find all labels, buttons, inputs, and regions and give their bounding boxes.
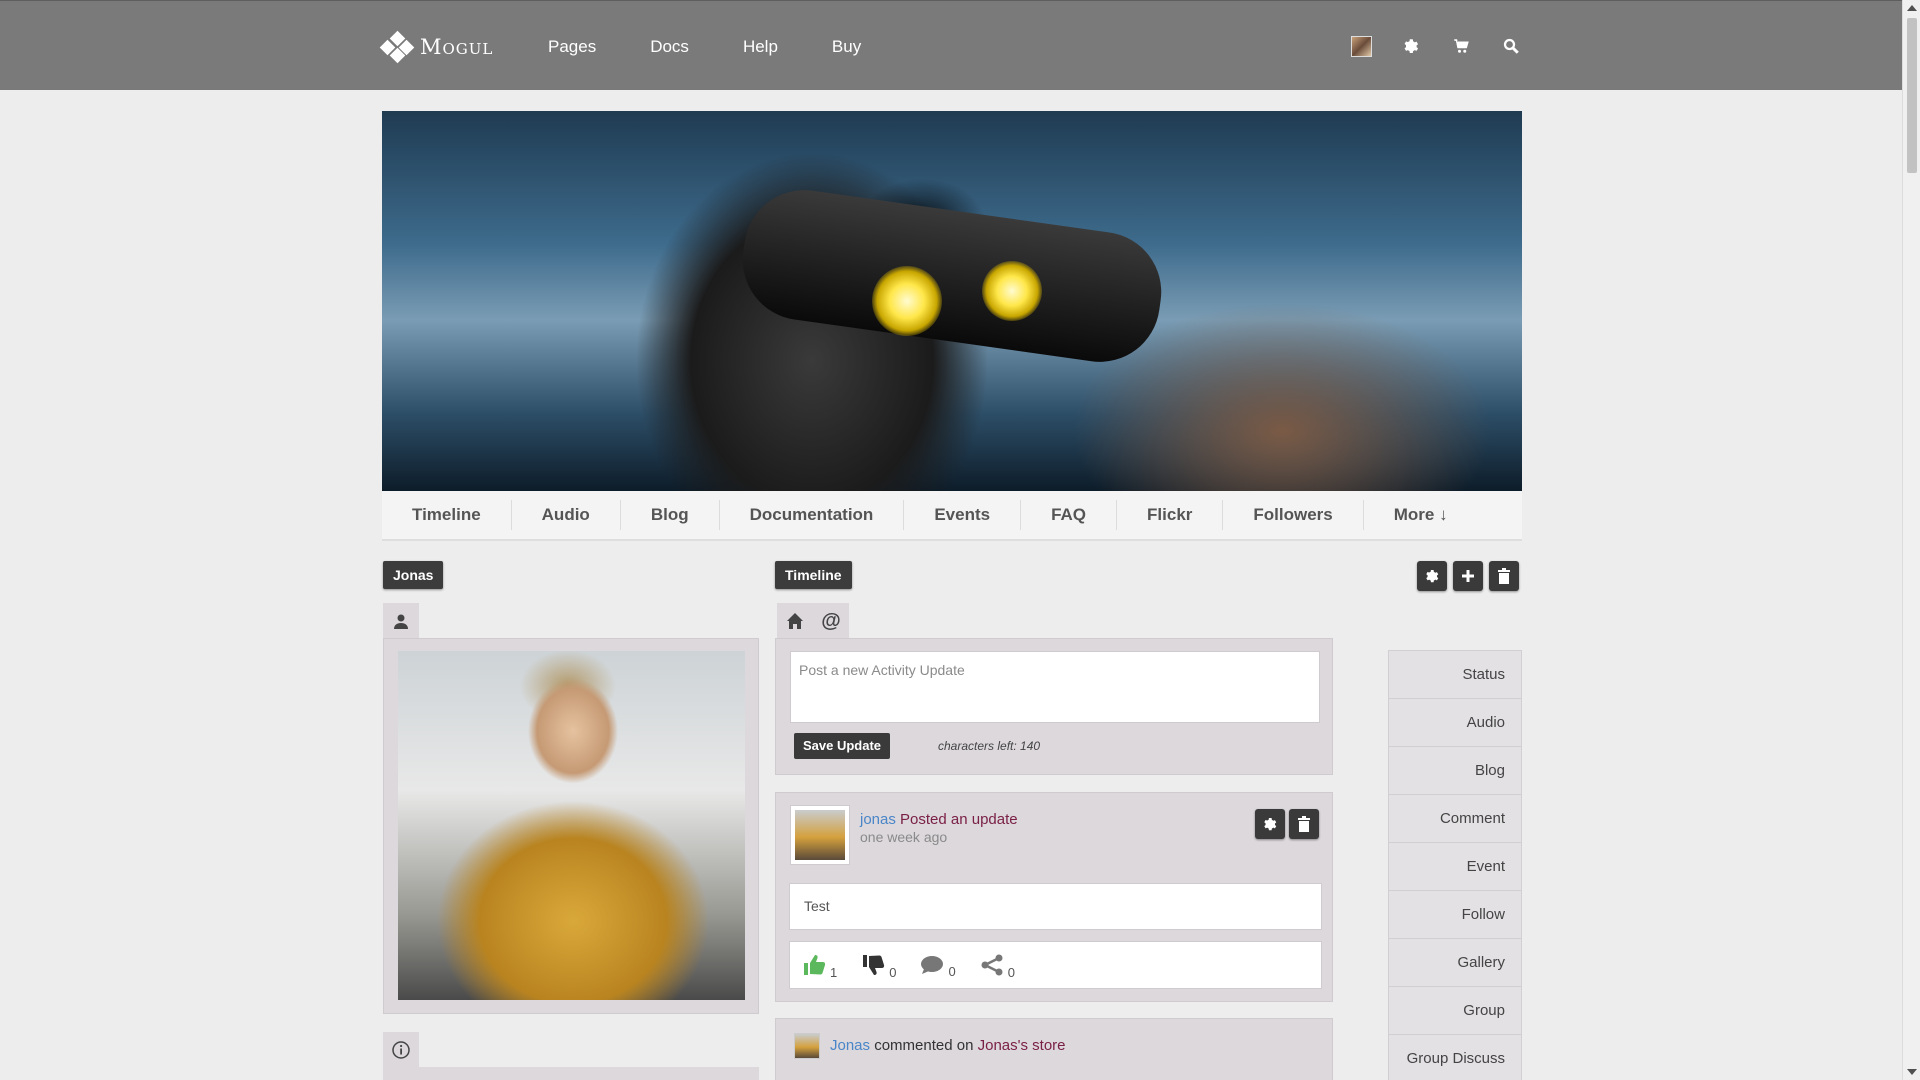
- share-icon: [981, 954, 1003, 976]
- profile-name-tag: Jonas: [383, 561, 444, 589]
- tab-blog[interactable]: Blog: [651, 500, 720, 530]
- comment-action: commented on: [874, 1037, 974, 1054]
- thumbs-down-icon: [863, 955, 885, 975]
- scroll-thumb[interactable]: [1907, 18, 1917, 173]
- info-icon: [392, 1041, 410, 1059]
- gear-icon[interactable]: [1400, 35, 1422, 57]
- cover-binoculars-shape: [734, 182, 1170, 370]
- scrollbar[interactable]: [1902, 0, 1920, 1080]
- filter-status[interactable]: Status: [1389, 651, 1521, 699]
- at-icon: @: [821, 609, 841, 632]
- activity-avatar[interactable]: [790, 805, 850, 865]
- logo-text: Mogul: [420, 35, 494, 59]
- dislike-button[interactable]: 0: [861, 954, 896, 980]
- tab-events[interactable]: Events: [934, 500, 1022, 530]
- activity-text: Test: [789, 883, 1322, 930]
- trash-icon: [1298, 816, 1310, 832]
- info-tab[interactable]: [383, 1032, 419, 1068]
- mentions-tab[interactable]: @: [813, 603, 849, 639]
- filter-blog[interactable]: Blog: [1389, 747, 1521, 795]
- filter-group[interactable]: Group: [1389, 987, 1521, 1035]
- tab-more[interactable]: More ↓: [1394, 500, 1478, 530]
- comment-count: 0: [948, 964, 956, 979]
- tab-followers[interactable]: Followers: [1253, 500, 1364, 530]
- activity-item: Jonas commented on Jonas's store: [775, 1018, 1333, 1080]
- nav-pages[interactable]: Pages: [548, 37, 596, 57]
- add-button[interactable]: [1453, 561, 1483, 591]
- activity-delete-button[interactable]: [1289, 809, 1319, 839]
- activity-action: Posted an update: [900, 811, 1018, 828]
- share-count: 0: [1007, 965, 1015, 980]
- cover-light-left: [872, 266, 942, 336]
- main-nav: Pages Docs Help Buy: [548, 37, 915, 57]
- cover-image: [382, 111, 1522, 491]
- thumbs-up-icon: [804, 955, 826, 975]
- info-card: [383, 1067, 759, 1080]
- post-update-box: Post a new Activity Update Save Update c…: [775, 638, 1333, 775]
- comment-icon: [921, 956, 944, 974]
- top-navbar: Mogul Pages Docs Help Buy: [0, 0, 1902, 90]
- timeline-tag: Timeline: [775, 561, 852, 589]
- logo[interactable]: Mogul: [379, 30, 494, 64]
- profile-photo[interactable]: [398, 651, 745, 1000]
- profile-card: [383, 638, 759, 1014]
- user-avatar[interactable]: [1350, 35, 1372, 57]
- filter-event[interactable]: Event: [1389, 843, 1521, 891]
- comment-button[interactable]: 0: [920, 955, 956, 979]
- gear-icon: [1426, 570, 1439, 583]
- cart-icon[interactable]: [1450, 35, 1472, 57]
- gear-icon: [1264, 818, 1277, 831]
- logo-mark-icon: [379, 30, 415, 64]
- comment-user-link[interactable]: Jonas: [830, 1037, 870, 1054]
- save-update-button[interactable]: Save Update: [794, 733, 891, 759]
- delete-button[interactable]: [1489, 561, 1519, 591]
- activity-time: one week ago: [860, 829, 948, 845]
- activity-settings-button[interactable]: [1255, 809, 1285, 839]
- profile-tab[interactable]: [383, 603, 419, 639]
- tab-audio[interactable]: Audio: [542, 500, 621, 530]
- comment-target-link[interactable]: Jonas's store: [978, 1037, 1066, 1054]
- nav-buy[interactable]: Buy: [832, 37, 861, 57]
- filter-gallery[interactable]: Gallery: [1389, 939, 1521, 987]
- activity-header: jonas Posted an update: [860, 811, 1018, 828]
- share-button[interactable]: 0: [980, 954, 1015, 980]
- search-icon[interactable]: [1500, 35, 1522, 57]
- activity-item: jonas Posted an update one week ago Test…: [775, 792, 1333, 1002]
- profile-tabs: Timeline Audio Blog Documentation Events…: [382, 491, 1522, 541]
- home-icon: [787, 613, 803, 629]
- scroll-up-arrow-icon[interactable]: [1907, 5, 1917, 11]
- filter-comment[interactable]: Comment: [1389, 795, 1521, 843]
- like-count: 1: [830, 965, 838, 980]
- activity-reactions: 1 0 0 0: [789, 941, 1322, 989]
- comment-avatar[interactable]: [794, 1033, 820, 1059]
- tab-faq[interactable]: FAQ: [1051, 500, 1118, 530]
- user-icon: [394, 614, 408, 629]
- home-tab[interactable]: [777, 603, 813, 639]
- comment-header: Jonas commented on Jonas's store: [830, 1037, 1066, 1054]
- settings-button[interactable]: [1417, 561, 1447, 591]
- filter-group-discuss[interactable]: Group Discuss: [1389, 1035, 1521, 1080]
- filter-follow[interactable]: Follow: [1389, 891, 1521, 939]
- plus-icon: [1462, 570, 1474, 582]
- cover-light-right: [982, 261, 1042, 321]
- nav-help[interactable]: Help: [743, 37, 778, 57]
- dislike-count: 0: [889, 965, 897, 980]
- scroll-down-arrow-icon[interactable]: [1907, 1069, 1917, 1075]
- filter-audio[interactable]: Audio: [1389, 699, 1521, 747]
- tab-flickr[interactable]: Flickr: [1147, 500, 1224, 530]
- trash-icon: [1498, 568, 1510, 584]
- activity-update-input[interactable]: Post a new Activity Update: [790, 651, 1320, 723]
- activity-filter-menu: Status Audio Blog Comment Event Follow G…: [1388, 650, 1522, 1080]
- characters-left: characters left: 140: [938, 739, 1041, 753]
- like-button[interactable]: 1: [802, 954, 837, 980]
- tab-timeline[interactable]: Timeline: [412, 500, 512, 530]
- tab-documentation[interactable]: Documentation: [750, 500, 905, 530]
- activity-user-link[interactable]: jonas: [860, 811, 896, 828]
- header-icons: [1350, 35, 1550, 57]
- nav-docs[interactable]: Docs: [650, 37, 689, 57]
